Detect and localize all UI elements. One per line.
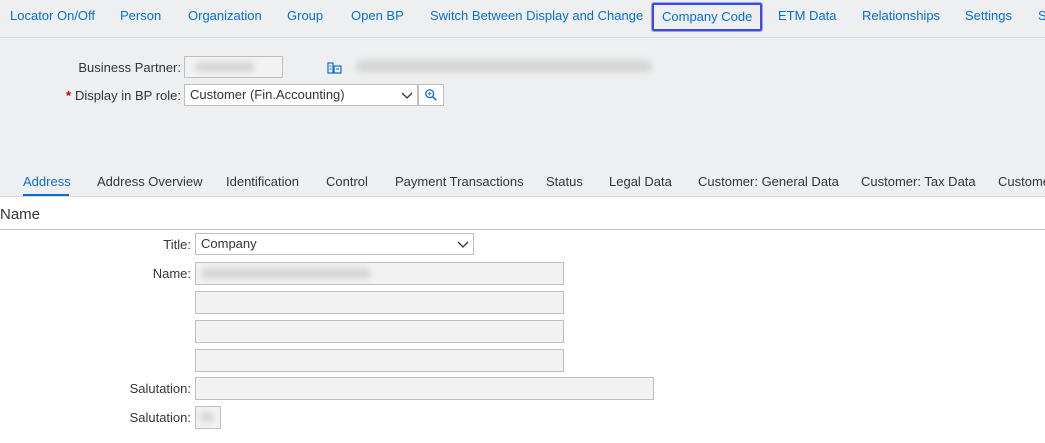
bp-role-label: * Display in BP role: <box>40 88 181 103</box>
tab-identification[interactable]: Identification <box>226 174 299 189</box>
chevron-down-icon[interactable] <box>401 89 413 101</box>
redacted-salutation-code <box>200 412 214 422</box>
group-button[interactable]: Group <box>287 0 323 34</box>
tab-customer-tax-data[interactable]: Customer: Tax Data <box>861 174 976 189</box>
tab-address[interactable]: Address <box>23 174 71 189</box>
salutation-label: Salutation: <box>129 381 191 396</box>
redacted-bp-number <box>195 62 255 72</box>
salutation-code-field[interactable] <box>195 406 221 429</box>
bp-role-select[interactable]: Customer (Fin.Accounting) <box>184 84 418 106</box>
redacted-name <box>201 268 371 279</box>
organization-button[interactable]: Organization <box>188 0 262 34</box>
section-divider <box>0 229 1045 230</box>
name-field-3[interactable] <box>195 320 564 343</box>
bp-role-search-button[interactable] <box>418 84 444 106</box>
overflow-toolbar-button[interactable]: S <box>1038 0 1045 34</box>
search-icon <box>425 89 437 101</box>
person-button[interactable]: Person <box>120 0 161 34</box>
application-toolbar: Locator On/Off Person Organization Group… <box>0 0 1045 38</box>
tab-divider <box>0 196 1045 197</box>
business-partner-label: Business Partner: <box>78 60 181 75</box>
required-indicator: * <box>65 88 72 103</box>
bp-role-value: Customer (Fin.Accounting) <box>190 87 345 102</box>
redacted-bp-name <box>356 60 652 72</box>
tab-customer-general-data[interactable]: Customer: General Data <box>698 174 839 189</box>
business-partner-field[interactable] <box>184 56 283 78</box>
salutation-field[interactable] <box>195 377 654 400</box>
title-label: Title: <box>163 237 191 252</box>
name-field-4[interactable] <box>195 349 564 372</box>
etm-data-button[interactable]: ETM Data <box>778 0 837 34</box>
relationships-button[interactable]: Relationships <box>862 0 940 34</box>
tab-address-overview[interactable]: Address Overview <box>97 174 202 189</box>
salutation-code-label: Salutation: <box>129 410 191 425</box>
name-label: Name: <box>152 266 191 281</box>
tab-control[interactable]: Control <box>326 174 368 189</box>
tab-legal-data[interactable]: Legal Data <box>609 174 672 189</box>
tab-strip: Address Address Overview Identification … <box>0 165 1045 197</box>
title-value: Company <box>201 236 257 251</box>
locator-toggle-button[interactable]: Locator On/Off <box>10 0 95 34</box>
settings-button[interactable]: Settings <box>965 0 1012 34</box>
business-partner-icon[interactable] <box>327 60 343 74</box>
name-field-2[interactable] <box>195 291 564 314</box>
company-code-button[interactable]: Company Code <box>652 3 763 31</box>
title-select[interactable]: Company <box>195 233 474 255</box>
chevron-down-icon[interactable] <box>457 238 469 250</box>
section-title: Name <box>0 206 41 223</box>
bp-role-label-text: Display in BP role: <box>75 88 181 103</box>
tab-status[interactable]: Status <box>546 174 583 189</box>
switch-display-change-button[interactable]: Switch Between Display and Change <box>430 0 643 34</box>
name-field-1[interactable] <box>195 262 564 285</box>
tab-customer-overflow[interactable]: Custome <box>998 174 1045 189</box>
open-bp-button[interactable]: Open BP <box>351 0 404 34</box>
tab-payment-transactions[interactable]: Payment Transactions <box>395 174 524 189</box>
